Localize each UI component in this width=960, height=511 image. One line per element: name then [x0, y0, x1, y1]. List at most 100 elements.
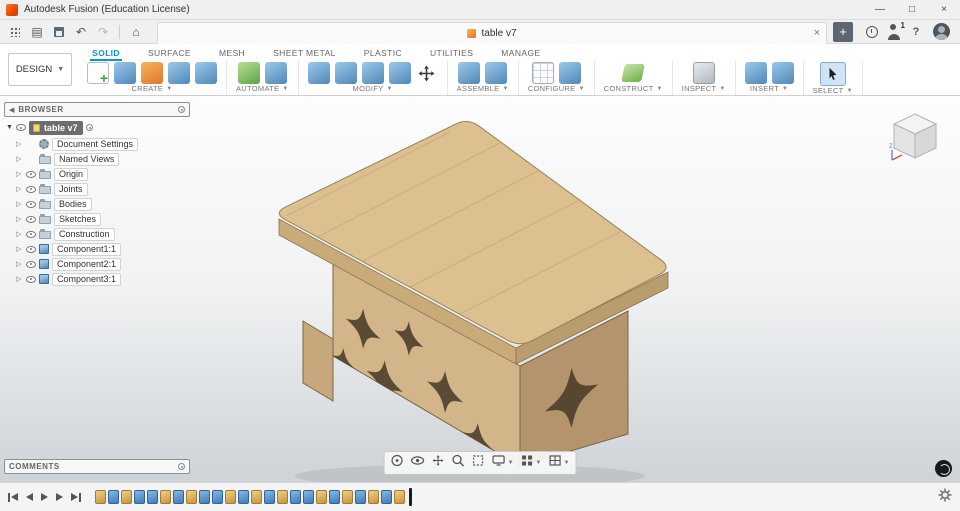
- insert-mcmaster-tool-button[interactable]: [744, 62, 767, 84]
- timeline-sketch-feature[interactable]: [160, 490, 171, 504]
- tab-sheet-metal[interactable]: SHEET METAL: [271, 44, 338, 61]
- maximize-button[interactable]: □: [896, 0, 928, 19]
- fillet-tool-button[interactable]: [334, 62, 357, 84]
- grid-layout-button[interactable]: ▼: [521, 454, 541, 472]
- visibility-eye-icon[interactable]: [26, 215, 36, 223]
- timeline-sketch-feature[interactable]: [368, 490, 379, 504]
- step-back-button[interactable]: [26, 493, 33, 501]
- viewports-button[interactable]: ▼: [548, 454, 569, 472]
- browser-item-construction[interactable]: ▷ Construction: [4, 227, 190, 242]
- timeline-extrude-feature[interactable]: [173, 490, 184, 504]
- tab-plastic[interactable]: PLASTIC: [362, 44, 404, 61]
- expand-caret-icon[interactable]: ▷: [16, 245, 23, 253]
- config-insert-tool-button[interactable]: [558, 62, 581, 84]
- viewcube[interactable]: Z: [886, 108, 944, 166]
- workspace-switcher[interactable]: DESIGN ▼: [8, 53, 72, 86]
- timeline-extrude-feature[interactable]: [199, 490, 210, 504]
- expand-caret-icon[interactable]: ▷: [16, 275, 23, 283]
- shell-tool-button[interactable]: [361, 62, 384, 84]
- browser-header[interactable]: ◀ BROWSER: [4, 102, 190, 117]
- zoom-button[interactable]: [452, 454, 465, 472]
- visibility-eye-icon[interactable]: [26, 230, 36, 238]
- measure-tool-button[interactable]: [692, 62, 715, 84]
- timeline-sketch-feature[interactable]: [95, 490, 106, 504]
- minimize-button[interactable]: —: [864, 0, 896, 19]
- orbit-button[interactable]: [391, 454, 404, 472]
- expand-caret-icon[interactable]: ▷: [16, 140, 23, 148]
- group-label-configure[interactable]: CONFIGURE ▼: [528, 84, 585, 93]
- tab-utilities[interactable]: UTILITIES: [428, 44, 475, 61]
- timeline-extrude-feature[interactable]: [212, 490, 223, 504]
- scripts-tool-button[interactable]: [264, 62, 287, 84]
- timeline-settings-button[interactable]: [938, 488, 952, 507]
- timeline-extrude-feature[interactable]: [238, 490, 249, 504]
- tab-solid[interactable]: SOLID: [90, 44, 122, 61]
- timeline-extrude-feature[interactable]: [329, 490, 340, 504]
- expand-caret-icon[interactable]: ▷: [16, 230, 23, 238]
- look-at-button[interactable]: [410, 454, 425, 472]
- visibility-eye-icon[interactable]: [26, 185, 36, 193]
- press-pull-tool-button[interactable]: [307, 62, 330, 84]
- timeline-sketch-feature[interactable]: [186, 490, 197, 504]
- joint-tool-button[interactable]: [485, 62, 508, 84]
- pan-button[interactable]: [432, 454, 445, 472]
- combine-tool-button[interactable]: [388, 62, 411, 84]
- go-to-start-button[interactable]: [8, 492, 18, 502]
- visibility-eye-icon[interactable]: [26, 245, 36, 253]
- new-component-tool-button[interactable]: [458, 62, 481, 84]
- active-document-pill[interactable]: table v7: [28, 121, 84, 135]
- collaboration-button[interactable]: 1: [883, 21, 905, 42]
- browser-item-document-settings[interactable]: ▷ Document Settings: [4, 137, 190, 152]
- timeline-extrude-feature[interactable]: [134, 490, 145, 504]
- browser-item-component1-1[interactable]: ▷ Component1:1: [4, 242, 190, 257]
- timeline-extrude-feature[interactable]: [147, 490, 158, 504]
- new-tab-button[interactable]: +: [833, 21, 853, 42]
- timeline-sketch-feature[interactable]: [342, 490, 353, 504]
- expand-caret-icon[interactable]: ▷: [16, 260, 23, 268]
- ground-radio-icon[interactable]: [86, 124, 94, 132]
- browser-item-sketches[interactable]: ▷ Sketches: [4, 212, 190, 227]
- undo-button[interactable]: ↶: [70, 22, 92, 42]
- visibility-eye-icon[interactable]: [26, 275, 36, 283]
- browser-root-row[interactable]: ▼ table v7: [6, 121, 190, 135]
- tab-manage[interactable]: MANAGE: [499, 44, 542, 61]
- timeline-extrude-feature[interactable]: [264, 490, 275, 504]
- document-tab[interactable]: table v7 ×: [157, 21, 827, 44]
- timeline-sketch-feature[interactable]: [277, 490, 288, 504]
- web-automate-tool-button[interactable]: [237, 62, 260, 84]
- browser-item-bodies[interactable]: ▷ Bodies: [4, 197, 190, 212]
- play-button[interactable]: [41, 493, 48, 501]
- group-label-modify[interactable]: MODIFY ▼: [353, 84, 393, 93]
- timeline-sketch-feature[interactable]: [251, 490, 262, 504]
- browser-item-component2-1[interactable]: ▷ Component2:1: [4, 257, 190, 272]
- redo-button[interactable]: ↷: [92, 22, 114, 42]
- display-settings-button[interactable]: ▼: [492, 454, 514, 472]
- collapse-tree-icon[interactable]: ▼: [6, 124, 13, 131]
- file-menu-button[interactable]: ▤: [26, 22, 48, 42]
- home-button[interactable]: ⌂: [125, 22, 147, 42]
- timeline-sketch-feature[interactable]: [121, 490, 132, 504]
- configuration-tool-button[interactable]: [531, 62, 554, 84]
- timeline-extrude-feature[interactable]: [355, 490, 366, 504]
- expand-caret-icon[interactable]: ▷: [16, 185, 23, 193]
- fit-button[interactable]: [472, 454, 485, 472]
- group-label-inspect[interactable]: INSPECT ▼: [682, 84, 726, 93]
- form-tool-button[interactable]: [141, 62, 163, 84]
- group-label-construct[interactable]: CONSTRUCT ▼: [604, 84, 663, 93]
- timeline-extrude-feature[interactable]: [290, 490, 301, 504]
- tab-surface[interactable]: SURFACE: [146, 44, 193, 61]
- assistant-button[interactable]: [935, 460, 952, 477]
- browser-item-component3-1[interactable]: ▷ Component3:1: [4, 272, 190, 287]
- step-forward-button[interactable]: [56, 493, 63, 501]
- group-label-create[interactable]: CREATE ▼: [132, 84, 173, 93]
- group-label-select[interactable]: SELECT ▼: [813, 86, 853, 95]
- visibility-eye-icon[interactable]: [26, 260, 36, 268]
- browser-item-origin[interactable]: ▷ Origin: [4, 167, 190, 182]
- go-to-end-button[interactable]: [71, 492, 81, 502]
- timeline-sketch-feature[interactable]: [394, 490, 405, 504]
- browser-item-joints[interactable]: ▷ Joints: [4, 182, 190, 197]
- timeline-position-marker[interactable]: [409, 488, 412, 506]
- app-grid-menu-button[interactable]: [4, 22, 26, 42]
- timeline-sketch-feature[interactable]: [225, 490, 236, 504]
- create-sketch-tool-button[interactable]: [87, 62, 109, 86]
